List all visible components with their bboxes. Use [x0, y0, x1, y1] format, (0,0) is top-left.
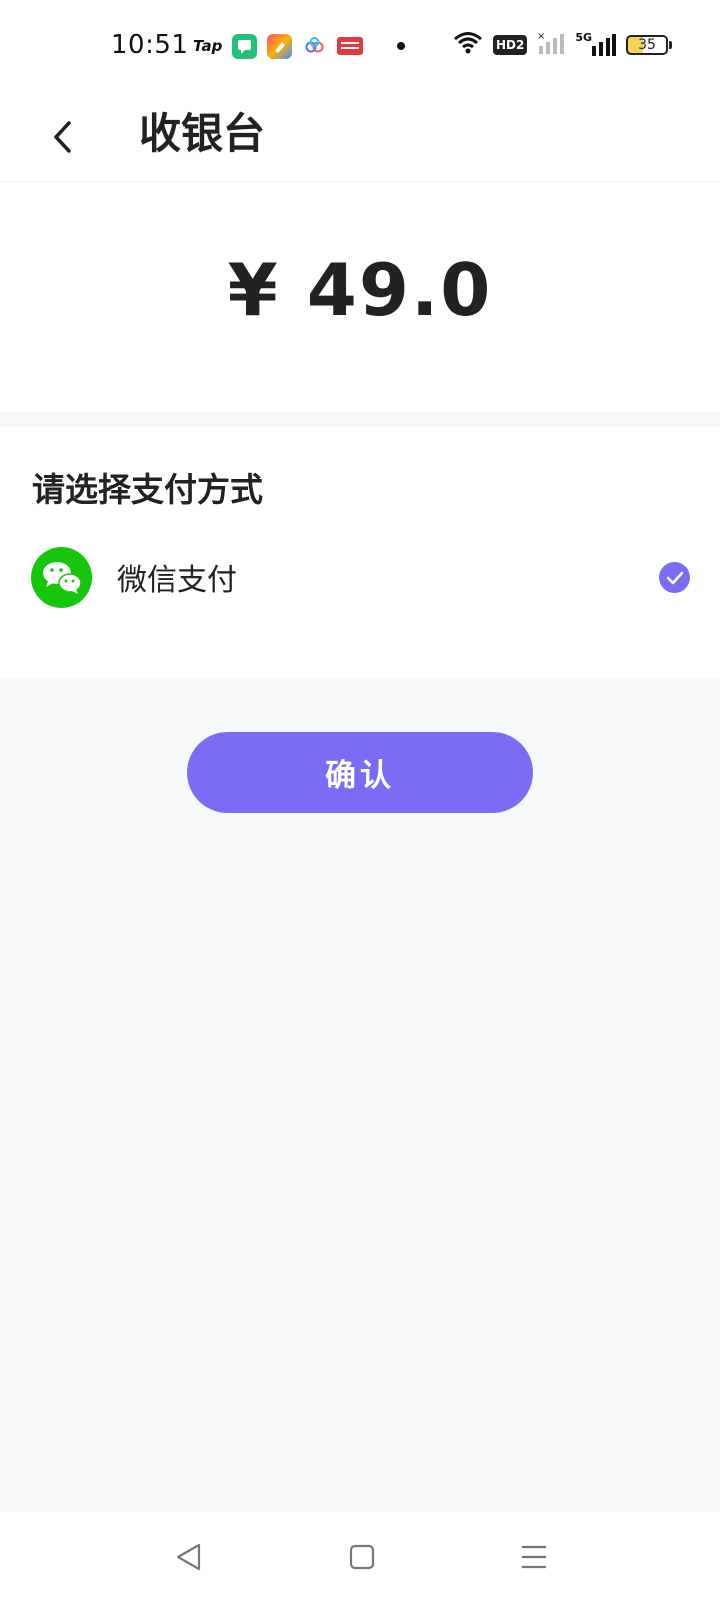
page-title: 收银台 [139, 109, 266, 158]
payment-amount: ¥ 49.0 [227, 248, 493, 332]
cashier-screen: 10:51 Tap HD2 × 5G 35 收银台 ¥ 49.0 请选择支付方式… [0, 0, 720, 1600]
nav-back-icon [176, 1543, 201, 1571]
header: 收银台 [0, 92, 720, 182]
back-button[interactable] [38, 110, 88, 164]
nav-home-icon [349, 1544, 375, 1570]
chat-app-icon [232, 33, 258, 59]
cloud-app-icon [302, 34, 327, 59]
paint-app-icon [267, 33, 293, 59]
svg-text:×: × [537, 31, 545, 42]
signal-5g-icon: 5G [575, 32, 616, 58]
hd-icon: HD2 [492, 35, 528, 55]
confirm-button[interactable]: 确认 [187, 732, 533, 813]
amount-section: ¥ 49.0 [0, 182, 720, 412]
payment-option-wechat[interactable]: 微信支付 [0, 547, 720, 647]
signal-1-icon: × [537, 30, 565, 60]
system-nav-bar [0, 1512, 720, 1600]
wifi-icon [453, 31, 483, 59]
payment-option-label: 微信支付 [117, 563, 237, 598]
status-bar: 10:51 Tap HD2 × 5G 35 [0, 0, 720, 92]
payment-method-section: 请选择支付方式 微信支付 [0, 427, 720, 679]
more-notifications-dot [397, 42, 406, 50]
chevron-left-icon [54, 121, 71, 153]
tap-icon: Tap [193, 37, 223, 55]
toutiao-icon [337, 37, 364, 55]
nav-home-button[interactable] [337, 1532, 387, 1582]
system-icons: HD2 × 5G 35 [453, 30, 672, 60]
nav-menu-icon [522, 1545, 546, 1569]
battery-icon: 35 [626, 35, 672, 55]
nav-back-button[interactable] [164, 1532, 214, 1582]
payment-method-heading: 请选择支付方式 [32, 470, 263, 509]
checkmark-icon[interactable] [659, 562, 690, 593]
nav-menu-button[interactable] [509, 1532, 559, 1582]
network-type-label: 5G [575, 31, 592, 44]
status-time: 10:51 [111, 30, 189, 60]
notification-icons: Tap [193, 32, 406, 60]
wechat-icon [31, 547, 92, 608]
